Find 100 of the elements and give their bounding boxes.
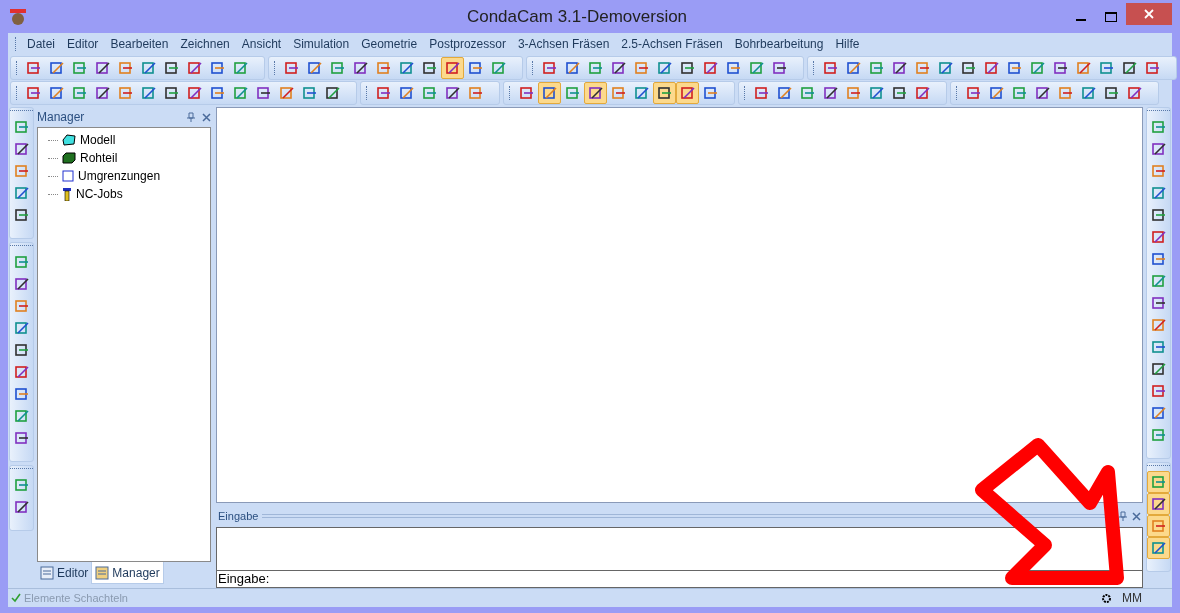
tool-icon [1126, 84, 1143, 101]
tool-icon [1150, 474, 1167, 490]
tool-icon [278, 84, 295, 101]
menu-item[interactable]: Editor [61, 35, 105, 53]
app-logo-icon [8, 6, 28, 27]
tool-icon [48, 84, 65, 101]
tool-icon [467, 59, 484, 76]
panel-tab[interactable]: Manager [91, 562, 164, 584]
toolbar-button[interactable] [538, 81, 561, 104]
check-icon [11, 593, 21, 603]
tool-icon [1034, 84, 1051, 101]
square-icon [62, 170, 74, 182]
tool-icon [186, 84, 203, 101]
tool-icon [610, 84, 627, 101]
tool-icon [587, 59, 604, 76]
tool-icon [140, 84, 157, 101]
tool-icon [375, 84, 392, 101]
menu-item[interactable]: 3-Achsen Fräsen [511, 35, 616, 53]
menu-item[interactable]: Zeichnen [174, 35, 236, 53]
tool-icon [490, 59, 507, 76]
tool-icon [398, 59, 415, 76]
menu-item[interactable]: Hilfe [829, 35, 866, 53]
tool-icon [232, 84, 249, 101]
tool-icon [13, 163, 30, 179]
toolbar-button[interactable] [1147, 537, 1170, 559]
tool-icon [822, 84, 839, 101]
window-title: CondaCam 3.1-Demoversion [465, 5, 689, 28]
tool-icon [140, 59, 157, 76]
tool-icon [1150, 496, 1167, 512]
tool-icon [13, 364, 30, 380]
tool-icon [1150, 383, 1167, 399]
close-icon[interactable] [1132, 511, 1141, 521]
tool-icon [1150, 141, 1167, 157]
tree-item[interactable]: Modell [80, 131, 116, 149]
tool-icon [1080, 84, 1097, 101]
tool-icon [444, 84, 461, 101]
tool-icon [301, 84, 318, 101]
menu-item[interactable]: Datei [21, 35, 61, 53]
input-field[interactable]: Eingabe: [216, 571, 1143, 588]
tool-icon [283, 59, 300, 76]
tool-icon [421, 84, 438, 101]
menu-item[interactable]: Simulation [287, 35, 356, 53]
tool-icon [255, 84, 272, 101]
tool-icon [679, 84, 696, 101]
menu-item[interactable]: Bearbeiten [104, 35, 175, 53]
tool-icon [398, 84, 415, 101]
toolbar-button[interactable] [653, 81, 676, 104]
tool-icon [306, 59, 323, 76]
tool-icon [1006, 59, 1023, 76]
tree-item[interactable]: Rohteil [80, 149, 118, 167]
tool-icon [13, 141, 30, 157]
tool-icon [1150, 427, 1167, 443]
close-button[interactable] [1126, 2, 1172, 25]
tool-icon [1150, 163, 1167, 179]
tool-icon [868, 84, 885, 101]
tool-icon [1150, 339, 1167, 355]
tool-icon [748, 59, 765, 76]
tool-icon [324, 84, 341, 101]
pin-icon[interactable] [1118, 511, 1128, 521]
tool-icon [186, 59, 203, 76]
tool-icon [564, 84, 581, 101]
tool-icon [753, 84, 770, 101]
gear-icon [1101, 592, 1112, 604]
toolbar-button[interactable] [1147, 493, 1170, 515]
tree-item[interactable]: Umgrenzungen [78, 167, 161, 185]
tool-icon [822, 59, 839, 76]
menu-item[interactable]: Geometrie [355, 35, 424, 53]
menu-item[interactable]: Ansicht [235, 35, 288, 53]
tool-icon [25, 59, 42, 76]
status-message: Elemente Schachteln [24, 590, 129, 606]
tool-icon [914, 84, 931, 101]
panel-title: Manager [37, 109, 86, 126]
menu-item[interactable]: Bohrbearbeitung [728, 35, 830, 53]
tool-icon [1150, 405, 1167, 421]
menu-item[interactable]: 2.5-Achsen Fräsen [615, 35, 729, 53]
tool-icon [1075, 59, 1092, 76]
tool-icon [1150, 229, 1167, 245]
tool-icon [1150, 518, 1167, 534]
tool-icon [937, 59, 954, 76]
tool-icon [13, 408, 30, 424]
tool-icon [13, 386, 30, 402]
tool-icon [845, 59, 862, 76]
tool-icon [1103, 84, 1120, 101]
tool-icon [868, 59, 885, 76]
tool-icon [375, 59, 392, 76]
pin-icon[interactable] [186, 112, 196, 122]
tool-icon [679, 59, 696, 76]
panel-tab[interactable]: Editor [37, 562, 92, 584]
toolbar-button[interactable] [584, 81, 607, 104]
tool-icon [1150, 361, 1167, 377]
toolbar-button[interactable] [676, 81, 699, 104]
tool-icon [444, 59, 461, 76]
unit-label: MM [1121, 590, 1143, 607]
tree-item[interactable]: NC-Jobs [76, 185, 123, 203]
tool-icon [610, 59, 627, 76]
close-icon[interactable] [202, 112, 211, 122]
tool-icon [1150, 207, 1167, 223]
toolbar-button[interactable] [441, 56, 464, 79]
tool-icon [564, 59, 581, 76]
menu-item[interactable]: Postprozessor [423, 35, 512, 53]
